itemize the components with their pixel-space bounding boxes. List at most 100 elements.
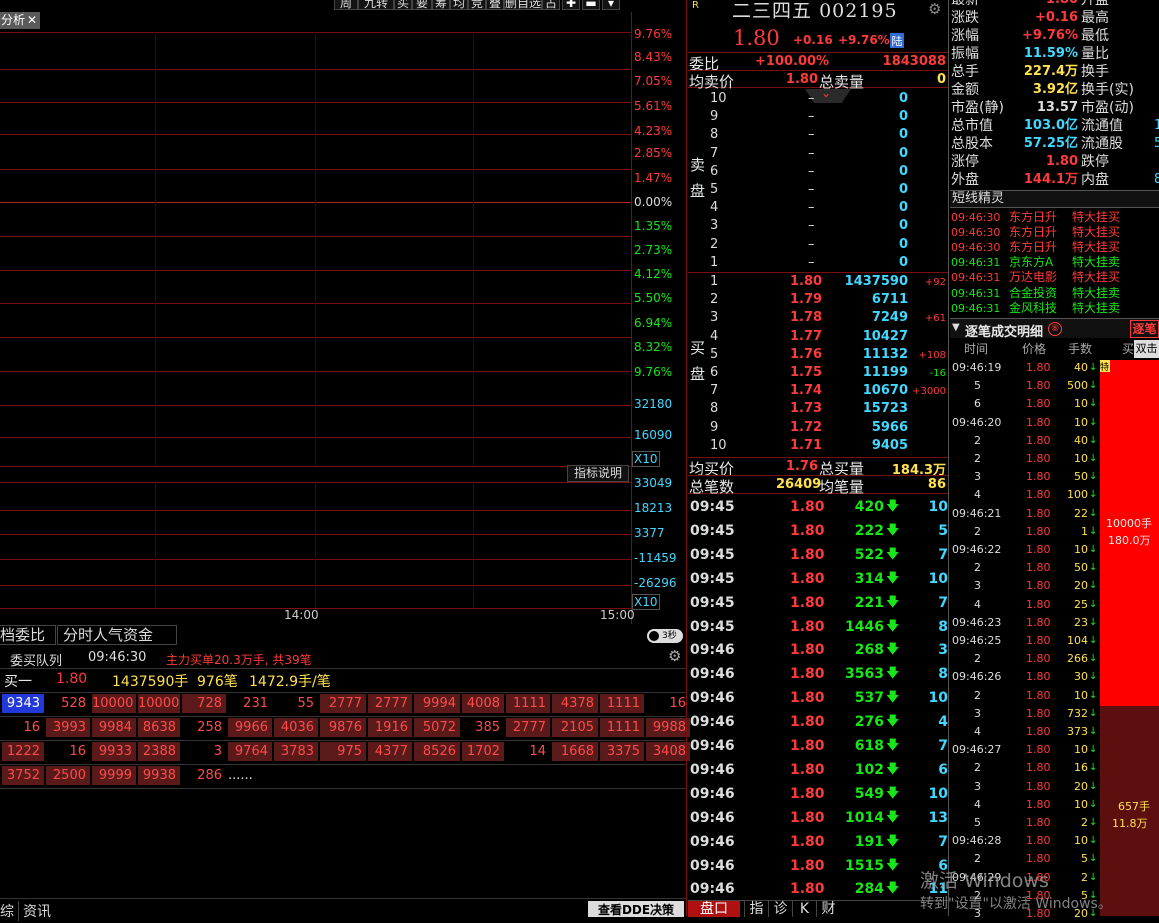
news-event: 特大挂卖	[1072, 255, 1121, 270]
buy-price: 1.74	[790, 383, 823, 399]
detail-time: 3	[974, 470, 981, 484]
tab-finance[interactable]: 财	[816, 901, 840, 917]
axis-label-down: 8.32%	[634, 340, 673, 354]
triangle-down-icon[interactable]: ▼	[952, 322, 960, 333]
toolbar-tab[interactable]: 删自选	[504, 0, 542, 10]
tab-diagnose[interactable]: 诊	[768, 901, 792, 917]
buy-price: 1.80	[790, 274, 823, 289]
detail-volume: 20	[1074, 579, 1088, 593]
chart-toolbar: 周九转买要筹均竞叠删自选占 ✚ ▬ ▾	[0, 0, 632, 12]
toolbar-tab[interactable]: 竞	[468, 0, 486, 10]
double-click-hint[interactable]: 双击	[1134, 340, 1159, 358]
grid-line	[0, 169, 632, 170]
queue-cell: 55	[297, 696, 314, 711]
tab-weibi[interactable]: 档委比	[0, 625, 56, 645]
queue-cell: 1111	[600, 718, 644, 737]
sell-price: –	[808, 236, 815, 252]
stat-label: 涨停	[951, 154, 979, 170]
queue-cell: 1668	[552, 742, 598, 761]
tab-orderbook[interactable]: 盘口	[688, 901, 740, 917]
scale-x10[interactable]: X10	[632, 451, 660, 467]
tab-popularity-fund[interactable]: 分时人气资金	[57, 625, 177, 645]
down-arrow-icon: ↓	[1089, 362, 1098, 373]
queue-cell: 5072	[414, 718, 460, 737]
tick-price: 1.80	[790, 499, 825, 515]
detail-price: 1.80	[1026, 797, 1051, 811]
detail-volume: 5	[1081, 852, 1088, 866]
news-stock[interactable]: 东方日升	[1009, 240, 1057, 255]
news-event: 特大挂卖	[1072, 300, 1121, 315]
detail-time: 2	[974, 433, 981, 447]
detail-price: 1.80	[1026, 433, 1051, 447]
toolbar-tab[interactable]: 买	[394, 0, 412, 10]
tick-volume: 522	[854, 546, 884, 563]
toolbar-tab[interactable]: 九转	[358, 0, 394, 10]
volume-label: 32180	[634, 397, 673, 411]
dropdown-icon[interactable]: ▾	[602, 0, 620, 10]
buy-price: 1.73	[790, 401, 823, 417]
stat-label: 换手(实)	[1081, 82, 1134, 98]
stat-label: 市盈(静)	[951, 100, 1004, 116]
tick-price: 1.80	[790, 690, 825, 707]
sell-volume: 0	[898, 127, 908, 143]
queue-cell: 9994	[414, 694, 460, 713]
axis-label-down: 9.76%	[634, 365, 673, 379]
news-event: 特大挂买	[1072, 225, 1121, 240]
detail-time: 2	[974, 561, 981, 575]
total-sell-value: 0	[936, 72, 946, 87]
stat-label: 总手	[951, 64, 979, 80]
gear-icon[interactable]: ⚙	[668, 647, 681, 665]
detail-time: 4	[974, 597, 981, 611]
gear-icon[interactable]: ⚙	[928, 0, 941, 18]
detail-price: 1.80	[1026, 397, 1051, 411]
news-stock[interactable]: 京东方A	[1009, 255, 1053, 270]
detail-time: 3	[974, 579, 981, 593]
scale-x10[interactable]: X10	[632, 594, 660, 610]
tick-price: 1.80	[790, 881, 825, 898]
toolbar-tab[interactable]: 要	[412, 0, 432, 10]
grid-line	[0, 32, 632, 33]
detail-volume: 16	[1074, 761, 1088, 775]
down-arrow-icon: 🡇	[886, 570, 900, 586]
activation-watermark-sub: 转到"设置"以激活 Windows。	[920, 896, 1112, 912]
dde-button[interactable]: 查看DDE决策	[588, 901, 684, 917]
tab-index[interactable]: 指	[744, 901, 768, 917]
sell-price: –	[808, 145, 815, 161]
news-stock[interactable]: 东方日升	[1009, 225, 1057, 240]
price-chart[interactable]	[0, 12, 632, 624]
sell-label-char: 盘	[690, 182, 706, 200]
toolbar-tab[interactable]: 筹	[432, 0, 450, 10]
queue-cell: 2500	[46, 766, 90, 785]
detail-volume: 2	[1081, 816, 1088, 829]
news-stock[interactable]: 合金投资	[1009, 286, 1057, 301]
toggle-switch[interactable]: 3秒	[647, 629, 683, 643]
tick-time: 09:46	[690, 738, 735, 754]
plus-icon[interactable]: ✚	[562, 0, 580, 10]
news-stock[interactable]: 东方日升	[1009, 210, 1057, 225]
news-event: 特大挂买	[1072, 240, 1121, 255]
buy1-row: 买一 1.80 1437590手 976笔 1472.9手/笔	[0, 668, 686, 690]
footer-tab-news[interactable]: 资讯	[18, 901, 64, 921]
detail-volume: 104	[1067, 634, 1088, 647]
indicator-button[interactable]: 指标说明	[567, 465, 629, 482]
news-stock[interactable]: 万达电影	[1009, 270, 1057, 285]
tick-price: 1.80	[790, 857, 825, 874]
tab-kline[interactable]: K	[792, 901, 816, 917]
tick-detail-button[interactable]: 逐笔	[1130, 320, 1159, 338]
toolbar-tab[interactable]: 叠	[486, 0, 504, 10]
buy-volume: 11132	[862, 346, 908, 362]
buy-side-label: 买盘	[690, 335, 705, 387]
toolbar-tab[interactable]: 均	[450, 0, 468, 10]
info-icon[interactable]: ⑧	[1048, 322, 1062, 336]
queue-cell: 385	[475, 720, 500, 735]
news-stock[interactable]: 金风科技	[1009, 301, 1057, 316]
stat-value: 144.1万	[1023, 172, 1078, 187]
footer-tab-0[interactable]: 综	[0, 901, 16, 921]
toolbar-tab[interactable]: 占	[542, 0, 560, 10]
minus-icon[interactable]: ▬	[582, 0, 600, 10]
stat-label: 最低	[1081, 28, 1109, 44]
detail-price: 1.80	[1026, 634, 1051, 647]
grid-line	[0, 236, 632, 237]
grid-line	[155, 32, 156, 466]
toolbar-tab[interactable]: 周	[334, 0, 358, 10]
